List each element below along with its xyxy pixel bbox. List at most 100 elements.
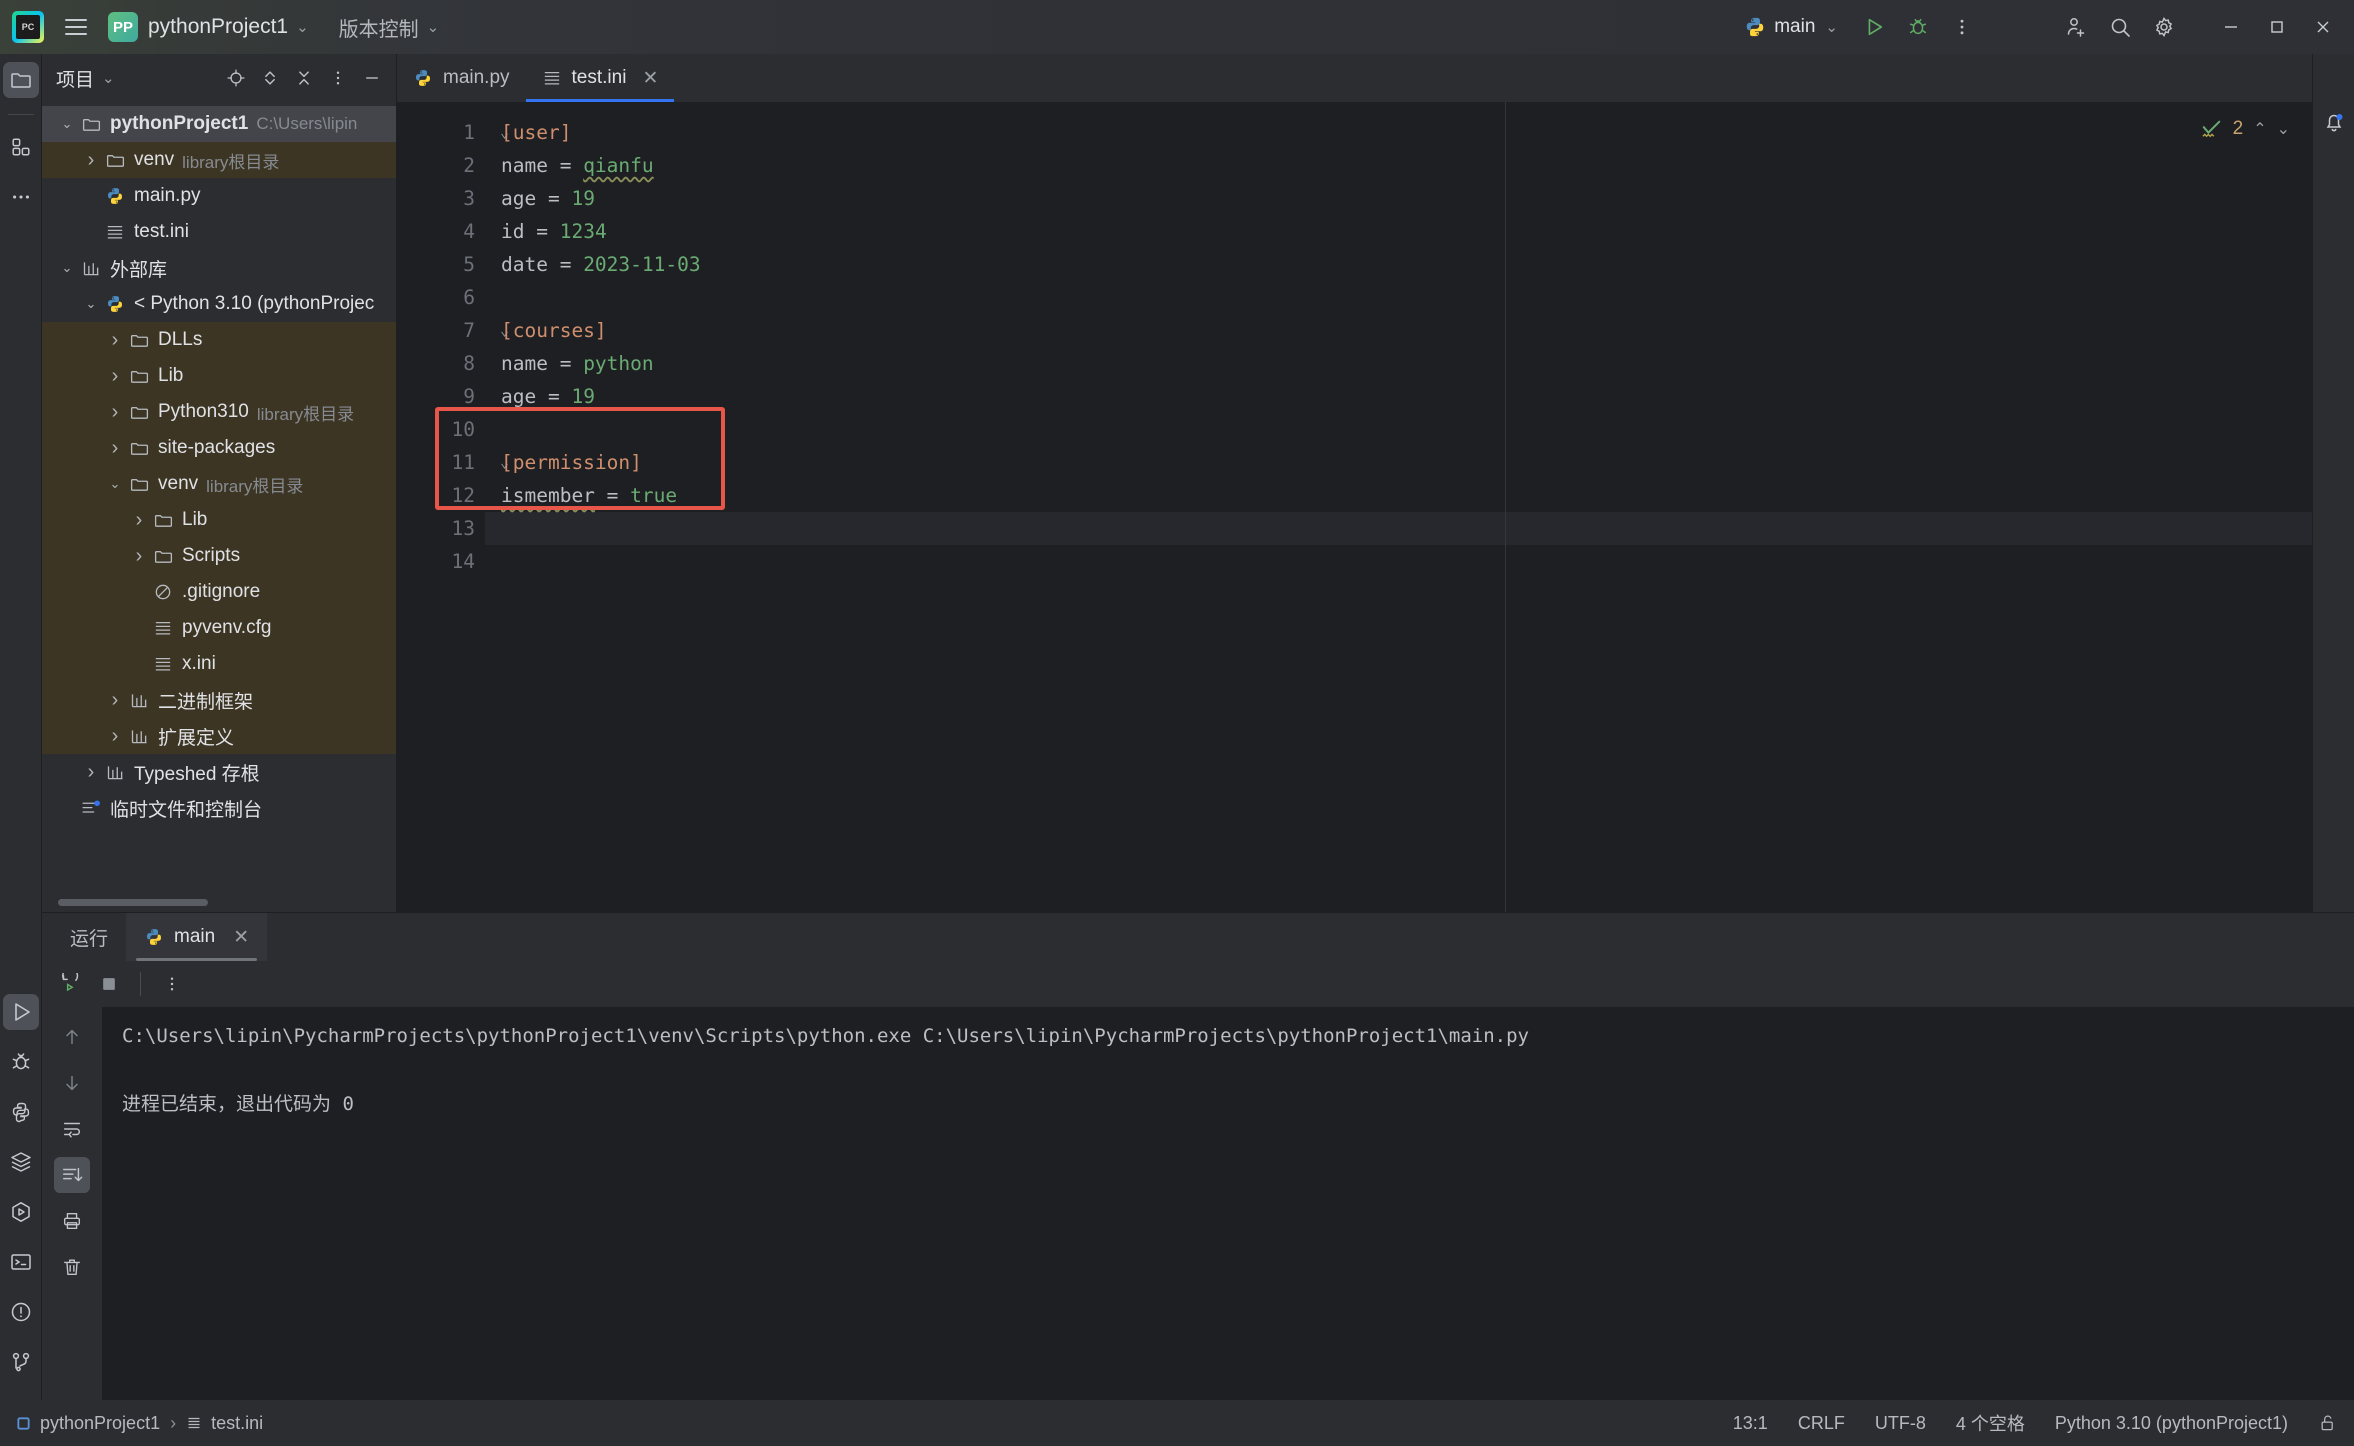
chevron-down-icon[interactable]: ⌄ — [296, 18, 309, 36]
breadcrumb-file[interactable]: test.ini — [186, 1413, 263, 1434]
chevron-right-icon[interactable]: › — [104, 329, 126, 352]
editor-tab-main-py[interactable]: main.py — [397, 54, 526, 102]
code-editor[interactable]: 2 ⌃ ⌄ 1 ⌄ 2 3 4 5 6 7 ⌄ 8 9 10 11 ⌄ 12 13 14 [user] name … — [397, 102, 2312, 912]
line-number[interactable]: 14 — [397, 545, 485, 578]
line-number[interactable]: 2 — [397, 149, 485, 182]
tree-node-lib[interactable]: › Lib — [42, 358, 396, 394]
maximize-button[interactable] — [2254, 0, 2300, 54]
line-number[interactable]: 5 — [397, 248, 485, 281]
code-line[interactable]: [courses] — [485, 314, 2312, 347]
code-line[interactable]: name = python — [485, 347, 2312, 380]
code-line[interactable] — [485, 413, 2312, 446]
chevron-right-icon[interactable]: › — [104, 401, 126, 424]
tree-node-test-ini[interactable]: test.ini — [42, 214, 396, 250]
chevron-down-icon[interactable]: ⌄ — [56, 260, 78, 276]
tree-node-[interactable]: › 扩展定义 — [42, 718, 396, 754]
unlocked-icon[interactable] — [2318, 1413, 2338, 1433]
gear-icon[interactable] — [2142, 5, 2186, 49]
tree-node-main-py[interactable]: main.py — [42, 178, 396, 214]
search-icon[interactable] — [2098, 5, 2142, 49]
line-number[interactable]: 9 — [397, 380, 485, 413]
expand-collapse-icon[interactable] — [254, 62, 286, 94]
chevron-right-icon[interactable]: › — [104, 365, 126, 388]
tree-node-lib[interactable]: › Lib — [42, 502, 396, 538]
code-line[interactable]: [user] — [485, 116, 2312, 149]
options-icon[interactable] — [322, 62, 354, 94]
run-tab-main[interactable]: main ✕ — [126, 913, 268, 961]
code-line[interactable]: [permission] — [485, 446, 2312, 479]
chevron-right-icon[interactable]: › — [128, 509, 150, 532]
line-number[interactable]: 10 — [397, 413, 485, 446]
run-tab-运行[interactable]: 运行 — [52, 913, 126, 961]
sidebar-item-python-packages[interactable] — [3, 1094, 39, 1130]
tree-node-dlls[interactable]: › DLLs — [42, 322, 396, 358]
code-line[interactable]: age = 19 — [485, 380, 2312, 413]
sidebar-item-structure[interactable] — [3, 129, 39, 165]
chevron-right-icon[interactable]: › — [104, 725, 126, 748]
line-number[interactable]: 13 — [397, 512, 485, 545]
line-number[interactable]: 11 ⌄ — [397, 446, 509, 479]
chevron-right-icon[interactable]: › — [128, 545, 150, 568]
close-tab-icon[interactable]: ✕ — [233, 926, 249, 949]
vcs-widget[interactable]: 版本控制 ⌄ — [339, 13, 446, 42]
hide-panel-icon[interactable] — [356, 62, 388, 94]
print-icon[interactable] — [54, 1203, 90, 1239]
code-line[interactable]: id = 1234 — [485, 215, 2312, 248]
inspection-widget[interactable]: 2 ⌃ ⌄ — [2201, 118, 2290, 140]
line-number[interactable]: 1 ⌄ — [397, 116, 509, 149]
project-name-label[interactable]: pythonProject1 — [148, 15, 288, 39]
hamburger-menu-icon[interactable] — [58, 10, 94, 44]
sidebar-item-more[interactable] — [3, 179, 39, 215]
line-number[interactable]: 4 — [397, 215, 485, 248]
tree-node-scripts[interactable]: › Scripts — [42, 538, 396, 574]
soft-wrap-icon[interactable] — [54, 1111, 90, 1147]
breadcrumb-project[interactable]: pythonProject1 — [16, 1413, 160, 1434]
code-line[interactable] — [485, 512, 2312, 545]
more-vertical-icon[interactable] — [1940, 5, 1984, 49]
tree-node-site-packages[interactable]: › site-packages — [42, 430, 396, 466]
up-arrow-icon[interactable] — [54, 1019, 90, 1055]
close-button[interactable] — [2300, 0, 2346, 54]
line-number[interactable]: 3 — [397, 182, 485, 215]
interpreter-selector[interactable]: Python 3.10 (pythonProject1) — [2055, 1413, 2288, 1434]
stop-icon[interactable] — [92, 967, 126, 1001]
tree-node-venv[interactable]: › venv library根目录 — [42, 142, 396, 178]
line-number[interactable]: 6 — [397, 281, 485, 314]
tree-node-gitignore[interactable]: .gitignore — [42, 574, 396, 610]
trash-icon[interactable] — [54, 1249, 90, 1285]
line-number[interactable]: 12 — [397, 479, 485, 512]
code-line[interactable]: name = qianfu — [485, 149, 2312, 182]
tree-node-python310[interactable]: › Python310 library根目录 — [42, 394, 396, 430]
caret-position[interactable]: 13:1 — [1733, 1413, 1768, 1434]
line-number-gutter[interactable]: 1 ⌄ 2 3 4 5 6 7 ⌄ 8 9 10 11 ⌄ 12 13 14 — [397, 102, 509, 912]
sidebar-item-run[interactable] — [2, 994, 39, 1030]
rerun-icon[interactable] — [52, 967, 86, 1001]
debug-button[interactable] — [1896, 5, 1940, 49]
notifications-icon[interactable] — [2316, 104, 2352, 140]
sidebar-item-python-console[interactable] — [3, 1194, 39, 1230]
indent-setting[interactable]: 4 个空格 — [1956, 1410, 2025, 1436]
sidebar-item-problems[interactable] — [3, 1294, 39, 1330]
add-user-icon[interactable] — [2054, 5, 2098, 49]
chevron-right-icon[interactable]: › — [104, 437, 126, 460]
collapse-all-icon[interactable] — [288, 62, 320, 94]
scroll-to-end-icon[interactable] — [54, 1157, 90, 1193]
locate-icon[interactable] — [220, 62, 252, 94]
line-number[interactable]: 7 ⌄ — [397, 314, 509, 347]
code-line[interactable]: ismember = true — [485, 479, 2312, 512]
sidebar-item-version-control[interactable] — [3, 1344, 39, 1380]
line-number[interactable]: 8 — [397, 347, 485, 380]
tree-node-[interactable]: ⌄ 外部库 — [42, 250, 396, 286]
tree-node-[interactable]: › 二进制框架 — [42, 682, 396, 718]
chevron-down-icon[interactable]: ⌄ — [80, 296, 102, 312]
tree-node-[interactable]: 临时文件和控制台 — [42, 790, 396, 826]
tree-node-x-ini[interactable]: x.ini — [42, 646, 396, 682]
more-vertical-icon[interactable] — [155, 967, 189, 1001]
chevron-down-icon[interactable]: ⌄ — [56, 116, 78, 132]
code-line[interactable] — [485, 281, 2312, 314]
minimize-button[interactable] — [2208, 0, 2254, 54]
code-line[interactable] — [485, 545, 2312, 578]
sidebar-item-terminal[interactable] — [3, 1244, 39, 1280]
run-button[interactable] — [1852, 5, 1896, 49]
code-line[interactable]: date = 2023-11-03 — [485, 248, 2312, 281]
